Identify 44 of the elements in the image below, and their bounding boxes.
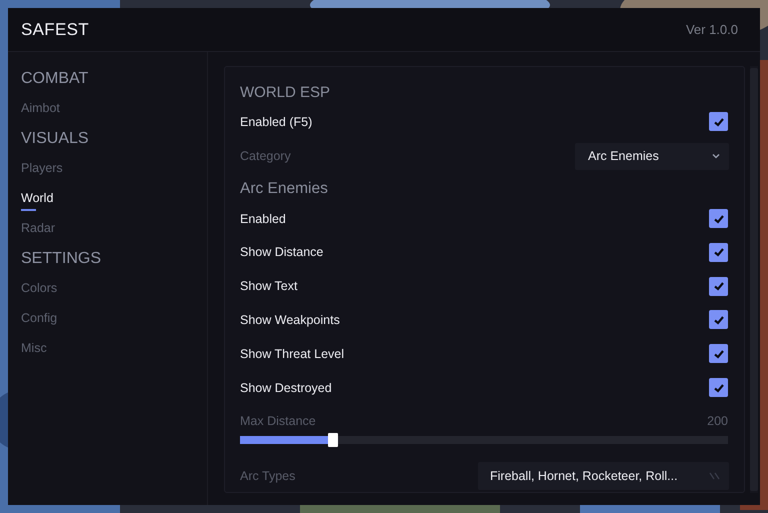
- check-icon: [712, 314, 724, 326]
- option-label: Show Distance: [240, 245, 324, 260]
- slider-value: 200: [707, 414, 728, 428]
- option-label: Enabled: [240, 212, 286, 226]
- check-icon: [712, 246, 724, 258]
- chevron-down-icon: [712, 153, 720, 160]
- check-icon: [712, 116, 724, 128]
- check-icon: [712, 382, 724, 394]
- sidebar-item[interactable]: Config: [21, 304, 58, 334]
- checkbox[interactable]: [709, 112, 728, 132]
- multiselect-field[interactable]: Fireball, Hornet, Rocketeer, Roll...: [478, 462, 729, 490]
- checkbox[interactable]: [709, 344, 728, 364]
- grip-icon: [709, 472, 721, 480]
- category-dropdown[interactable]: Arc Enemies: [575, 142, 729, 170]
- sidebar-item[interactable]: Players: [21, 154, 63, 184]
- check-icon: [712, 212, 724, 224]
- option-label: Show Destroyed: [240, 380, 332, 395]
- panel-title: WORLD ESP: [240, 83, 332, 103]
- app-title: SAFEST: [21, 20, 89, 40]
- checkbox[interactable]: [709, 276, 728, 296]
- check-icon: [712, 348, 724, 360]
- section-heading: VISUALS: [21, 129, 89, 149]
- sidebar-item[interactable]: Aimbot: [21, 94, 60, 124]
- section-heading: COMBAT: [21, 69, 88, 89]
- slider-handle[interactable]: [328, 433, 338, 448]
- sidebar-item[interactable]: Colors: [21, 274, 58, 304]
- sidebar-item[interactable]: Misc: [21, 334, 47, 364]
- checkbox[interactable]: [709, 310, 728, 330]
- option-label: Category: [240, 149, 291, 164]
- sidebar-item[interactable]: Radar: [21, 214, 56, 244]
- option-label: Enabled (F5): [240, 114, 312, 129]
- option-label: Show Text: [240, 279, 298, 294]
- distance-slider[interactable]: [240, 436, 728, 444]
- checkbox[interactable]: [709, 378, 728, 398]
- section-heading: SETTINGS: [21, 249, 102, 269]
- option-label: Show Weakpoints: [240, 312, 340, 327]
- check-icon: [712, 280, 724, 292]
- option-label: Arc Types: [240, 468, 296, 483]
- version-label: Ver 1.0.0: [686, 22, 738, 37]
- option-label: Max Distance: [240, 414, 316, 428]
- option-label: Show Threat Level: [240, 346, 344, 361]
- checkbox[interactable]: [709, 242, 728, 262]
- checkbox[interactable]: [709, 209, 728, 228]
- group-heading: Arc Enemies: [240, 178, 329, 199]
